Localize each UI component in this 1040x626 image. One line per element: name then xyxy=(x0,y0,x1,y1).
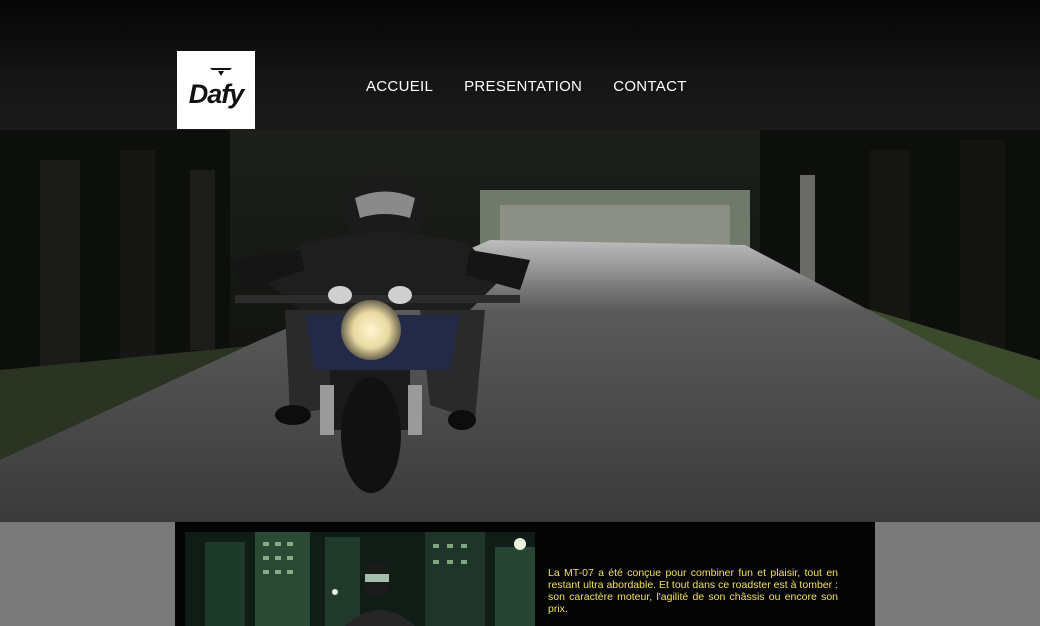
main-nav: ACCUEIL PRESENTATION CONTACT xyxy=(366,78,687,95)
nav-item-accueil[interactable]: ACCUEIL xyxy=(366,78,433,95)
logo-text: Dafy xyxy=(188,78,245,109)
city-motorcyclist-thumbnail xyxy=(185,532,535,626)
nav-item-contact[interactable]: CONTACT xyxy=(613,78,686,95)
logo-mark-icon xyxy=(210,68,232,76)
motorcyclist-on-road-image xyxy=(0,130,1040,522)
content-panel: La MT-07 a été conçue pour combiner fun … xyxy=(175,522,875,626)
city-night-image xyxy=(185,532,535,626)
dafy-logo[interactable]: Dafy xyxy=(177,51,255,129)
bike-description: La MT-07 a été conçue pour combiner fun … xyxy=(548,567,838,615)
site-header: Dafy ACCUEIL PRESENTATION CONTACT xyxy=(0,0,1040,130)
nav-item-presentation[interactable]: PRESENTATION xyxy=(464,78,582,95)
hero-image xyxy=(0,130,1040,522)
